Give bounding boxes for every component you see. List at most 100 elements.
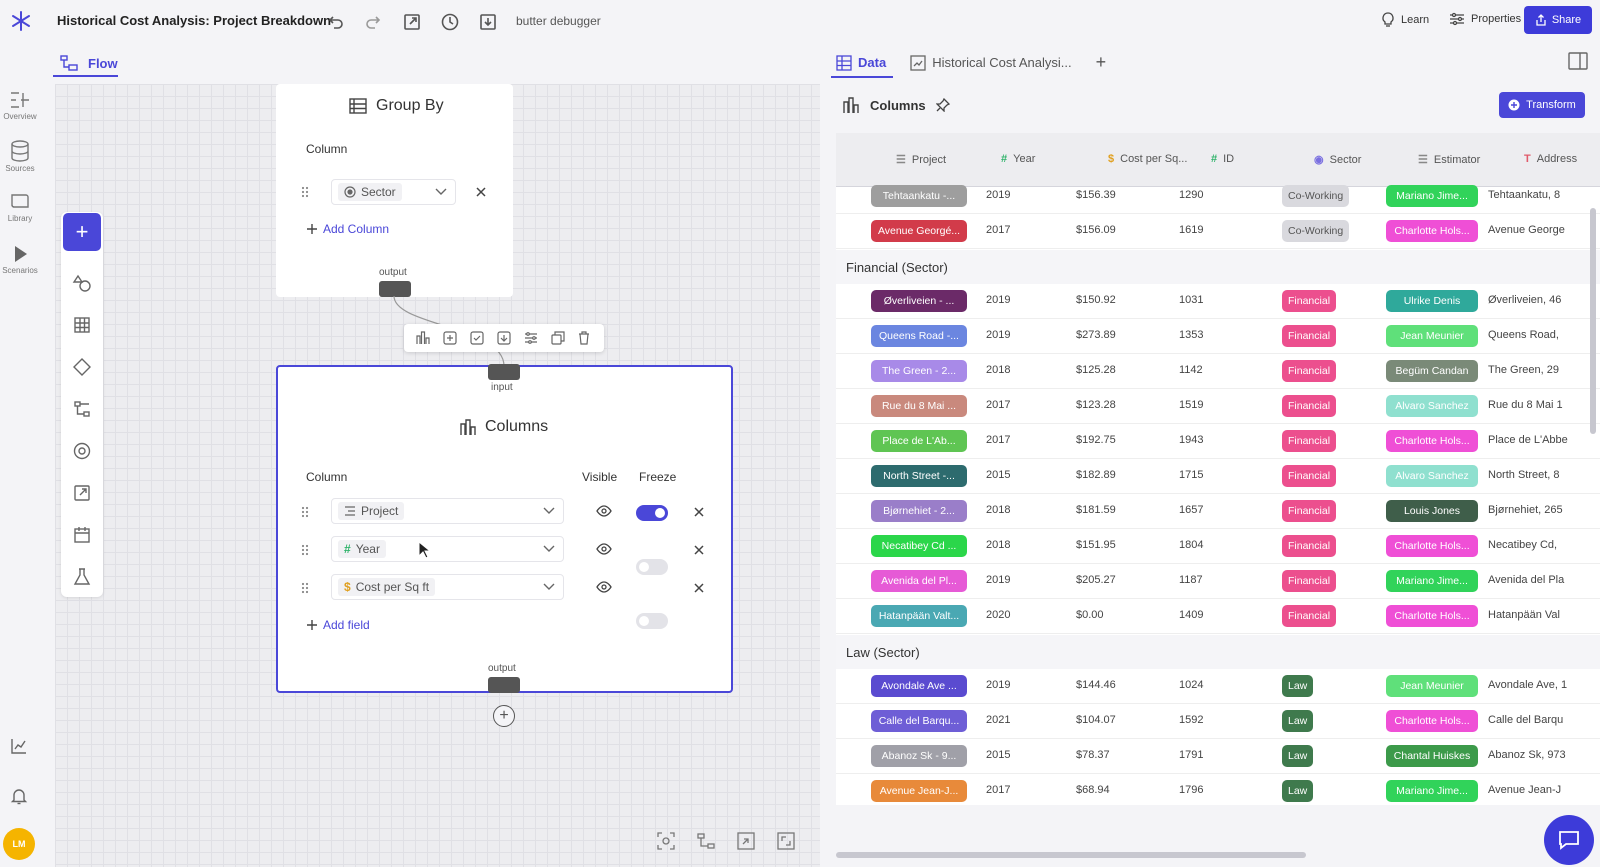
drag-handle-icon[interactable] xyxy=(300,543,310,557)
remove-field-button[interactable] xyxy=(691,580,707,596)
download-icon[interactable] xyxy=(478,12,498,32)
table-row[interactable]: 16Hatanpään Valt...2020$0.001409Financia… xyxy=(836,600,1600,634)
group-by-output-port[interactable] xyxy=(379,281,411,297)
add-node-button[interactable]: + xyxy=(63,213,101,251)
freeze-toggle[interactable] xyxy=(636,505,668,521)
document-title[interactable]: Historical Cost Analysis: Project Breakd… xyxy=(57,13,331,28)
app-logo[interactable] xyxy=(10,10,32,32)
history-icon[interactable] xyxy=(440,12,460,32)
redo-icon[interactable] xyxy=(364,12,384,32)
avatar[interactable]: LM xyxy=(3,828,35,860)
column-header-address[interactable]: T Address xyxy=(1524,153,1577,165)
rail-overview[interactable]: Overview xyxy=(0,90,40,121)
remove-field-button[interactable] xyxy=(691,542,707,558)
settings-sliders-icon[interactable] xyxy=(524,331,538,345)
columns-icon[interactable] xyxy=(416,331,431,345)
rail-library[interactable]: Library xyxy=(0,192,40,223)
freeze-toggle[interactable] xyxy=(636,559,668,575)
tab-historical-cost[interactable]: Historical Cost Analysi... xyxy=(910,54,1072,71)
column-header-id[interactable]: # ID xyxy=(1211,153,1234,165)
table-row[interactable]: 19Abanoz Sk - 9...2015$78.371791LawChant… xyxy=(836,740,1600,774)
add-icon[interactable] xyxy=(443,331,457,345)
layout-tree-icon[interactable] xyxy=(697,832,715,850)
freeze-toggle[interactable] xyxy=(636,613,668,629)
add-column-link[interactable]: Add Column xyxy=(306,222,389,236)
tab-data[interactable]: Data xyxy=(836,54,886,71)
close-icon xyxy=(694,583,704,593)
group-header[interactable]: Financial (Sector) xyxy=(836,250,1600,284)
external-link-icon[interactable] xyxy=(72,483,92,503)
column-header-estimator[interactable]: ☰ Estimator xyxy=(1418,153,1480,167)
table-row[interactable]: 20Avenue Jean-J...2017$68.941796LawMaria… xyxy=(836,775,1600,805)
column-header-cost[interactable]: $ Cost per Sq... xyxy=(1108,153,1187,165)
column-header-sector[interactable]: ◉ Sector xyxy=(1314,153,1361,167)
table-row[interactable]: 9The Green - 2...2018$125.281142Financia… xyxy=(836,355,1600,389)
flask-icon[interactable] xyxy=(72,567,92,587)
insert-icon[interactable] xyxy=(497,331,511,345)
table-row[interactable]: 6Avenue Georgé...2017$156.091619Co-Worki… xyxy=(836,215,1600,249)
add-node-after-button[interactable]: + xyxy=(493,705,515,727)
share-button[interactable]: Share xyxy=(1524,6,1592,34)
undo-icon[interactable] xyxy=(325,12,345,32)
table-row[interactable]: 10Rue du 8 Mai ...2017$123.281519Financi… xyxy=(836,390,1600,424)
zoom-fit-icon[interactable] xyxy=(657,832,675,850)
split-view-icon[interactable] xyxy=(1568,52,1588,70)
group-by-column-select[interactable]: Sector xyxy=(331,179,456,205)
table-row[interactable]: 17Avondale Ave ...2019$144.461024LawJean… xyxy=(836,670,1600,704)
columns-output-port[interactable] xyxy=(488,677,520,693)
table-row[interactable]: 11Place de L'Ab...2017$192.751943Financi… xyxy=(836,425,1600,459)
table-icon[interactable] xyxy=(72,315,92,335)
columns-input-port[interactable] xyxy=(488,364,520,380)
bell-icon[interactable] xyxy=(10,787,28,805)
export-icon[interactable] xyxy=(402,12,422,32)
branch-icon[interactable] xyxy=(72,399,92,419)
chart-icon[interactable] xyxy=(10,737,28,755)
tab-flow[interactable]: Flow xyxy=(60,50,118,76)
diamond-icon[interactable] xyxy=(72,357,92,377)
columns-node[interactable] xyxy=(276,365,733,693)
eye-icon[interactable] xyxy=(596,581,612,593)
properties-button[interactable]: Properties xyxy=(1449,12,1521,26)
rail-sources[interactable]: Sources xyxy=(0,140,40,173)
debugger-label[interactable]: butter debugger xyxy=(516,14,601,28)
group-header[interactable]: Law (Sector) xyxy=(836,635,1600,669)
drag-handle-icon[interactable] xyxy=(300,581,310,595)
field-select-cost[interactable]: $ Cost per Sq ft xyxy=(331,574,564,600)
remove-column-button[interactable] xyxy=(473,184,489,200)
table-row[interactable]: 5Tehtaankatu -...2019$156.391290Co-Worki… xyxy=(836,180,1600,214)
target-icon[interactable] xyxy=(72,441,92,461)
table-row[interactable]: 18Calle del Barqu...2021$104.071592LawCh… xyxy=(836,705,1600,739)
eye-icon[interactable] xyxy=(596,543,612,555)
add-field-link[interactable]: Add field xyxy=(306,618,370,632)
eye-icon[interactable] xyxy=(596,505,612,517)
table-row[interactable]: 14Necatibey Cd ...2018$151.951804Financi… xyxy=(836,530,1600,564)
table-row[interactable]: 15Avenida del Pl...2019$205.271187Financ… xyxy=(836,565,1600,599)
table-row[interactable]: 7Øverliveien - ...2019$150.921031Financi… xyxy=(836,285,1600,319)
duplicate-icon[interactable] xyxy=(551,331,565,345)
table-row[interactable]: 12North Street -...2015$182.891715Financ… xyxy=(836,460,1600,494)
drag-handle-icon[interactable] xyxy=(300,185,310,199)
learn-button[interactable]: Learn xyxy=(1381,12,1429,28)
shapes-icon[interactable] xyxy=(72,273,92,293)
field-select-project[interactable]: Project xyxy=(331,498,564,524)
fullscreen-icon[interactable] xyxy=(777,832,795,850)
horizontal-scrollbar[interactable] xyxy=(836,852,1306,858)
pin-icon[interactable] xyxy=(935,98,950,112)
vertical-scrollbar[interactable] xyxy=(1590,208,1596,434)
column-header-year[interactable]: # Year xyxy=(1001,153,1035,165)
calendar-icon[interactable] xyxy=(72,525,92,545)
remove-field-button[interactable] xyxy=(691,504,707,520)
table-row[interactable]: 13Bjørnehiet - 2...2018$181.591657Financ… xyxy=(836,495,1600,529)
drag-handle-icon[interactable] xyxy=(300,505,310,519)
trash-icon[interactable] xyxy=(577,331,591,345)
chat-button[interactable] xyxy=(1544,815,1594,865)
rail-scenarios[interactable]: Scenarios xyxy=(0,244,40,275)
minimize-icon[interactable] xyxy=(737,832,755,850)
project-pill: Avenue Jean-J... xyxy=(871,780,967,802)
transform-button[interactable]: Transform xyxy=(1499,92,1585,118)
table-row[interactable]: 8Queens Road -...2019$273.891353Financia… xyxy=(836,320,1600,354)
check-square-icon[interactable] xyxy=(470,331,484,345)
field-select-year[interactable]: # Year xyxy=(331,536,564,562)
add-tab-button[interactable]: + xyxy=(1096,52,1107,73)
column-header-project[interactable]: ☰ Project xyxy=(896,153,946,167)
